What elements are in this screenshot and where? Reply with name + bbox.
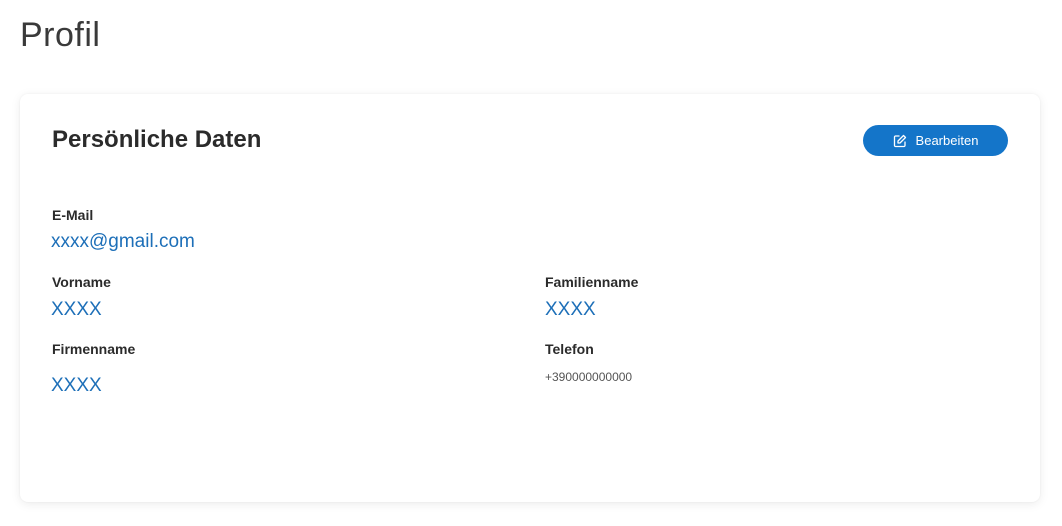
personal-data-card: Persönliche Daten Bearbeiten E-Mail xxxx… (20, 94, 1040, 502)
edit-icon (893, 134, 907, 148)
first-name-value: XXXX (51, 299, 102, 320)
last-name-value: XXXX (545, 299, 596, 320)
phone-label: Telefon (545, 341, 594, 357)
page-title: Profil (20, 16, 101, 54)
first-name-label: Vorname (52, 274, 111, 290)
edit-button[interactable]: Bearbeiten (863, 125, 1008, 156)
phone-value: +390000000000 (545, 370, 633, 384)
company-value: XXXX (51, 375, 102, 396)
last-name-label: Familienname (545, 274, 639, 290)
email-label: E-Mail (52, 207, 94, 223)
email-value: xxxx@gmail.com (51, 231, 195, 252)
company-label: Firmenname (52, 341, 136, 357)
section-title: Persönliche Daten (52, 126, 262, 153)
edit-button-label: Bearbeiten (915, 133, 979, 148)
